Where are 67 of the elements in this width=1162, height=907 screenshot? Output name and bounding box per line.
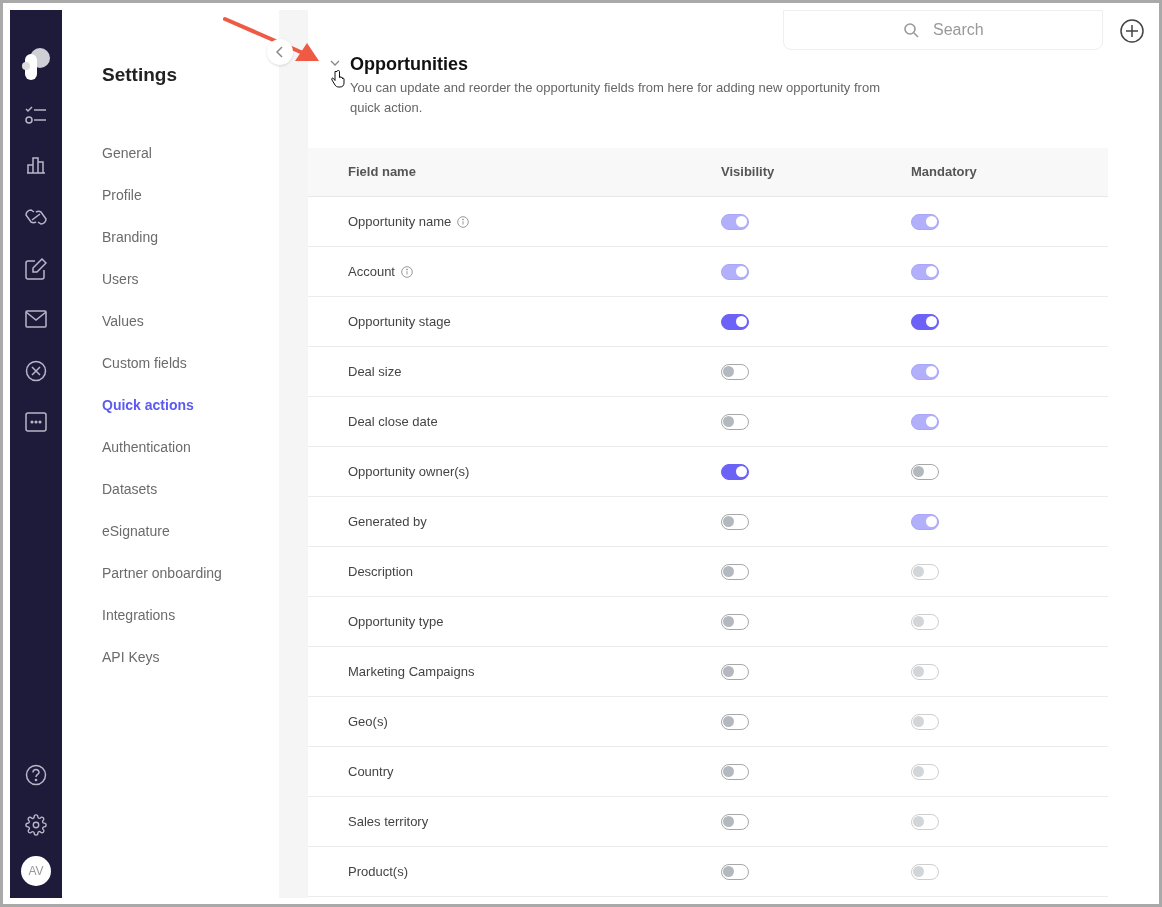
settings-nav-item[interactable]: Quick actions — [102, 384, 222, 426]
toggle-switch[interactable] — [721, 563, 749, 580]
settings-nav-item[interactable]: Partner onboarding — [102, 552, 222, 594]
settings-nav-item[interactable]: Profile — [102, 174, 222, 216]
settings-nav-item[interactable]: General — [102, 132, 222, 174]
collapse-toggle[interactable] — [330, 58, 340, 68]
toggle-switch[interactable] — [911, 463, 939, 480]
toggle-switch[interactable] — [721, 663, 749, 680]
collapse-button[interactable] — [267, 39, 293, 65]
column-header: Field name — [348, 164, 416, 180]
settings-nav-item[interactable]: API Keys — [102, 636, 222, 678]
toggle-switch[interactable] — [721, 713, 749, 730]
field-name: Opportunity stage — [348, 312, 451, 331]
more-box-icon[interactable] — [25, 412, 47, 432]
settings-nav-item[interactable]: Branding — [102, 216, 222, 258]
chevron-left-icon — [276, 46, 284, 58]
settings-nav-item[interactable]: eSignature — [102, 510, 222, 552]
field-name: Product(s) — [348, 862, 408, 881]
settings-nav-item[interactable]: Authentication — [102, 426, 222, 468]
field-name: Deal close date — [348, 412, 438, 431]
toggle-switch[interactable] — [721, 763, 749, 780]
field-name: Opportunity owner(s) — [348, 462, 470, 481]
toggle-switch[interactable] — [721, 813, 749, 830]
toggle-switch[interactable] — [911, 313, 939, 330]
settings-nav-item[interactable]: Users — [102, 258, 222, 300]
link-icon[interactable] — [24, 208, 48, 226]
edit-icon[interactable] — [25, 258, 47, 280]
section-description: You can update and reorder the opportunity fields from here for adding new opportunity from quick action. — [350, 79, 881, 117]
toggle-switch[interactable] — [721, 463, 749, 480]
field-name: Marketing Campaigns — [348, 662, 475, 681]
field-name: Deal size — [348, 362, 402, 381]
search-field[interactable]: Search — [783, 10, 1103, 50]
settings-nav-item[interactable]: Custom fields — [102, 342, 222, 384]
add-icon[interactable] — [1119, 19, 1144, 43]
section-title: Opportunities — [350, 53, 469, 76]
settings-nav-item[interactable]: Values — [102, 300, 222, 342]
field-name: Geo(s) — [348, 712, 388, 731]
help-icon[interactable] — [25, 764, 47, 786]
toggle-switch[interactable] — [721, 413, 749, 430]
column-header: Visibility — [721, 164, 775, 180]
field-name: Opportunity name — [348, 212, 452, 231]
mail-icon[interactable] — [25, 310, 47, 328]
field-name: Sales territory — [348, 812, 429, 831]
search-icon — [904, 22, 919, 38]
checklist-icon[interactable] — [25, 106, 47, 124]
logo-icon[interactable] — [21, 48, 51, 80]
field-name: Description — [348, 562, 414, 581]
hand-cursor-icon — [331, 70, 345, 88]
cancel-circle-icon[interactable] — [25, 360, 47, 382]
settings-nav-item[interactable]: Datasets — [102, 468, 222, 510]
settings-title: Settings — [102, 63, 177, 87]
toggle-switch[interactable] — [721, 513, 749, 530]
field-name: Country — [348, 762, 394, 781]
user-avatar[interactable]: AV — [21, 856, 51, 886]
search-input: Search — [933, 18, 1083, 42]
toggle-switch[interactable] — [721, 863, 749, 880]
chevron-down-icon — [330, 60, 340, 66]
column-header: Mandatory — [911, 164, 977, 180]
toggle-switch[interactable] — [721, 313, 749, 330]
bar-chart-icon[interactable] — [26, 156, 46, 174]
toggle-switch[interactable] — [721, 363, 749, 380]
toggle-switch[interactable] — [721, 613, 749, 630]
field-name: Opportunity type — [348, 612, 444, 631]
field-name: Account — [348, 262, 395, 281]
field-name: Generated by — [348, 512, 427, 531]
settings-icon[interactable] — [25, 814, 47, 836]
settings-nav-item[interactable]: Integrations — [102, 594, 222, 636]
